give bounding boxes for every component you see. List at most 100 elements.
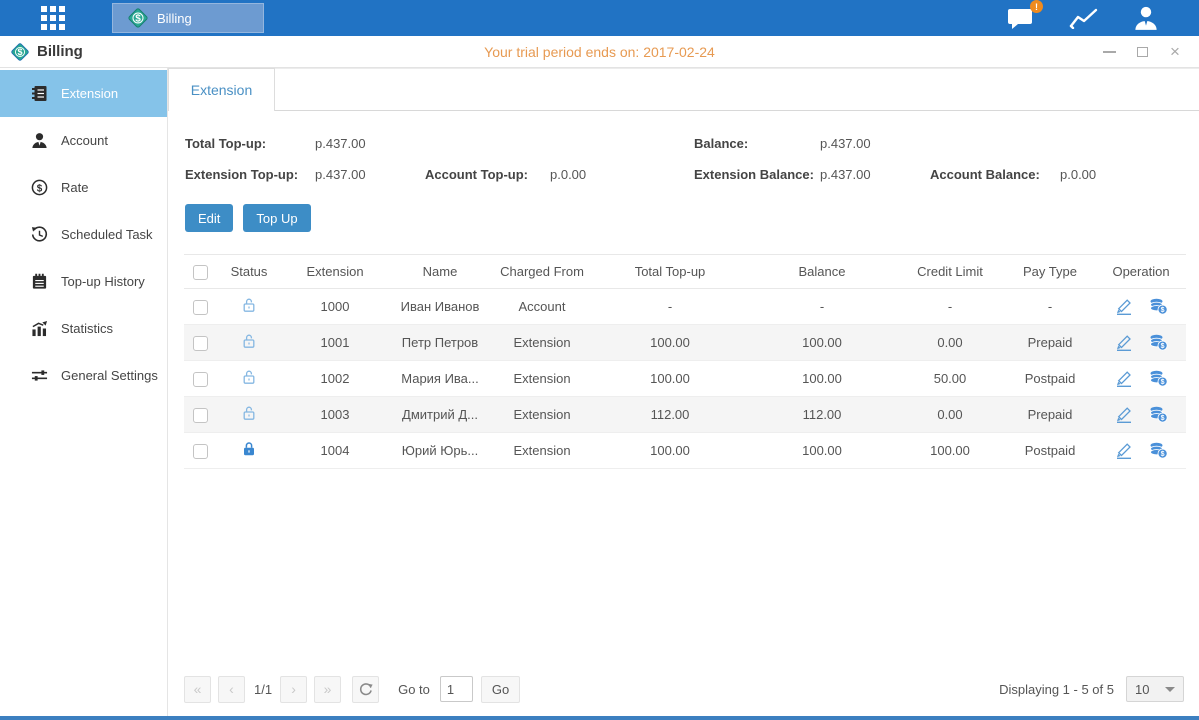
cell-pay-type: Prepaid (1004, 325, 1096, 361)
col-operation: Operation (1096, 255, 1186, 289)
taskbar-item-billing[interactable]: $ Billing (112, 3, 264, 33)
pagination-bar: « ‹ 1/1 › » Go to Go Displaying 1 - 5 of… (168, 670, 1199, 716)
cell-extension: 1001 (282, 325, 388, 361)
notification-badge: ! (1030, 0, 1043, 13)
account-topup-value: p.0.00 (550, 167, 586, 182)
page-size-select[interactable]: 10 (1126, 676, 1184, 702)
account-balance-label: Account Balance: (930, 167, 1060, 182)
sidebar-item-general-settings[interactable]: General Settings (0, 352, 167, 399)
cell-pay-type: Prepaid (1004, 397, 1096, 433)
top-up-row-button[interactable]: $ (1149, 406, 1168, 423)
select-all-checkbox[interactable] (193, 265, 208, 280)
cell-credit-limit: 0.00 (896, 325, 1004, 361)
row-checkbox[interactable] (193, 372, 208, 387)
coins-topup-icon: $ (1149, 370, 1168, 387)
scheduled-task-clock-icon (31, 226, 48, 243)
sidebar-item-scheduled-task[interactable]: Scheduled Task (0, 211, 167, 258)
unlocked-icon (241, 369, 257, 385)
edit-row-button[interactable] (1115, 443, 1133, 459)
col-credit-limit: Credit Limit (896, 255, 1004, 289)
top-up-button[interactable]: Top Up (243, 204, 310, 232)
table-header-row: Status Extension Name Charged From Total… (184, 255, 1186, 289)
row-checkbox[interactable] (193, 300, 208, 315)
edit-row-button[interactable] (1115, 299, 1133, 315)
account-balance-value: p.0.00 (1060, 167, 1096, 182)
top-up-row-button[interactable]: $ (1149, 442, 1168, 459)
cell-total-topup: - (592, 289, 748, 325)
last-page-button[interactable]: » (314, 676, 341, 703)
row-checkbox[interactable] (193, 444, 208, 459)
user-account-button[interactable] (1133, 5, 1159, 31)
notifications-button[interactable]: ! (1007, 6, 1035, 30)
maximize-button[interactable] (1134, 44, 1150, 60)
sidebar-item-label: Rate (61, 180, 88, 195)
table-row: 1004 Юрий Юрь... Extension 100.00 100.00… (184, 433, 1186, 469)
sidebar-item-extension[interactable]: Extension (0, 70, 167, 117)
edit-row-button[interactable] (1115, 407, 1133, 423)
first-page-button[interactable]: « (184, 676, 211, 703)
prev-page-button[interactable]: ‹ (218, 676, 245, 703)
displaying-text: Displaying 1 - 5 of 5 (999, 682, 1114, 697)
edit-row-button[interactable] (1115, 335, 1133, 351)
minimize-button[interactable] (1101, 44, 1117, 60)
cell-total-topup: 100.00 (592, 361, 748, 397)
row-checkbox[interactable] (193, 408, 208, 423)
sidebar-item-label: Account (61, 133, 108, 148)
sidebar-item-topup-history[interactable]: Top-up History (0, 258, 167, 305)
col-status: Status (216, 255, 282, 289)
table-row: 1001 Петр Петров Extension 100.00 100.00… (184, 325, 1186, 361)
tab-strip-filler (275, 68, 1199, 111)
col-name: Name (388, 255, 492, 289)
cell-credit-limit: 0.00 (896, 397, 1004, 433)
edit-pencil-icon (1115, 371, 1133, 387)
total-topup-label: Total Top-up: (185, 136, 315, 151)
account-topup-label: Account Top-up: (425, 167, 550, 182)
app-launcher-icon[interactable] (36, 1, 70, 35)
content-area: Extension Total Top-up: p.437.00 Extensi… (168, 68, 1199, 716)
row-checkbox[interactable] (193, 336, 208, 351)
cell-extension: 1002 (282, 361, 388, 397)
edit-row-button[interactable] (1115, 371, 1133, 387)
extension-topup-label: Extension Top-up: (185, 167, 315, 182)
sidebar-item-statistics[interactable]: Statistics (0, 305, 167, 352)
cell-name: Дмитрий Д... (388, 397, 492, 433)
next-page-button[interactable]: › (280, 676, 307, 703)
tab-extension[interactable]: Extension (168, 68, 275, 111)
statistics-chart-icon (31, 320, 48, 337)
svg-text:$: $ (1160, 415, 1164, 422)
page-indicator: 1/1 (254, 682, 272, 697)
cell-balance: 100.00 (748, 325, 896, 361)
edit-button[interactable]: Edit (185, 204, 233, 232)
close-button[interactable]: × (1167, 44, 1183, 60)
go-button[interactable]: Go (481, 676, 520, 703)
balance-value: p.437.00 (820, 136, 930, 151)
minimize-icon (1103, 51, 1116, 53)
top-up-row-button[interactable]: $ (1149, 334, 1168, 351)
cell-pay-type: Postpaid (1004, 433, 1096, 469)
sidebar-item-label: Scheduled Task (61, 227, 153, 242)
goto-page-input[interactable] (440, 676, 473, 702)
cell-total-topup: 112.00 (592, 397, 748, 433)
cell-balance: 100.00 (748, 361, 896, 397)
resource-monitor-button[interactable] (1069, 7, 1099, 29)
svg-text:$: $ (1160, 379, 1164, 386)
cell-pay-type: Postpaid (1004, 361, 1096, 397)
edit-pencil-icon (1115, 443, 1133, 459)
grid-icon (40, 5, 66, 31)
billing-dollar-icon: $ (127, 7, 149, 29)
next-page-icon: › (291, 681, 296, 697)
balance-label: Balance: (694, 136, 820, 151)
refresh-button[interactable] (352, 676, 379, 703)
unlocked-icon (241, 405, 257, 421)
extension-ledger-icon (31, 85, 48, 102)
edit-pencil-icon (1115, 407, 1133, 423)
top-up-row-button[interactable]: $ (1149, 298, 1168, 315)
sidebar-item-rate[interactable]: $ Rate (0, 164, 167, 211)
coins-topup-icon: $ (1149, 406, 1168, 423)
cell-balance: - (748, 289, 896, 325)
tab-label: Extension (191, 82, 252, 98)
unlocked-icon (241, 333, 257, 349)
top-up-row-button[interactable]: $ (1149, 370, 1168, 387)
topup-history-notepad-icon (31, 273, 48, 290)
sidebar-item-account[interactable]: Account (0, 117, 167, 164)
